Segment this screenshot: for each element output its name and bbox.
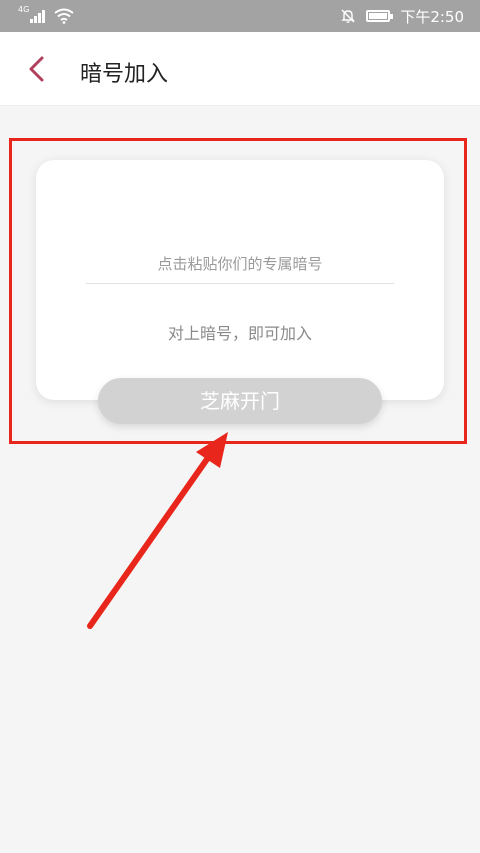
battery-level [369, 13, 388, 19]
wifi-icon [54, 8, 74, 24]
hint-text: 对上暗号，即可加入 [167, 324, 312, 343]
code-input[interactable] [86, 244, 394, 284]
header-bar: 暗号加入 [0, 32, 480, 106]
status-right: 下午2:50 [340, 0, 464, 32]
status-time: 下午2:50 [400, 7, 464, 26]
code-card: 对上暗号，即可加入 [36, 160, 444, 400]
signal-icon: 4G [18, 6, 46, 24]
notifications-off-icon [341, 9, 356, 23]
back-button[interactable] [20, 50, 58, 88]
network-type: 4G [18, 5, 30, 14]
battery-icon [366, 10, 394, 22]
status-left: 4G [18, 6, 74, 24]
chevron-left-icon [29, 56, 44, 82]
open-sesame-button[interactable]: 芝麻开门 [98, 378, 382, 424]
page-title: 暗号加入 [80, 62, 169, 87]
status-bar: 4G 下午2:50 [0, 0, 480, 32]
